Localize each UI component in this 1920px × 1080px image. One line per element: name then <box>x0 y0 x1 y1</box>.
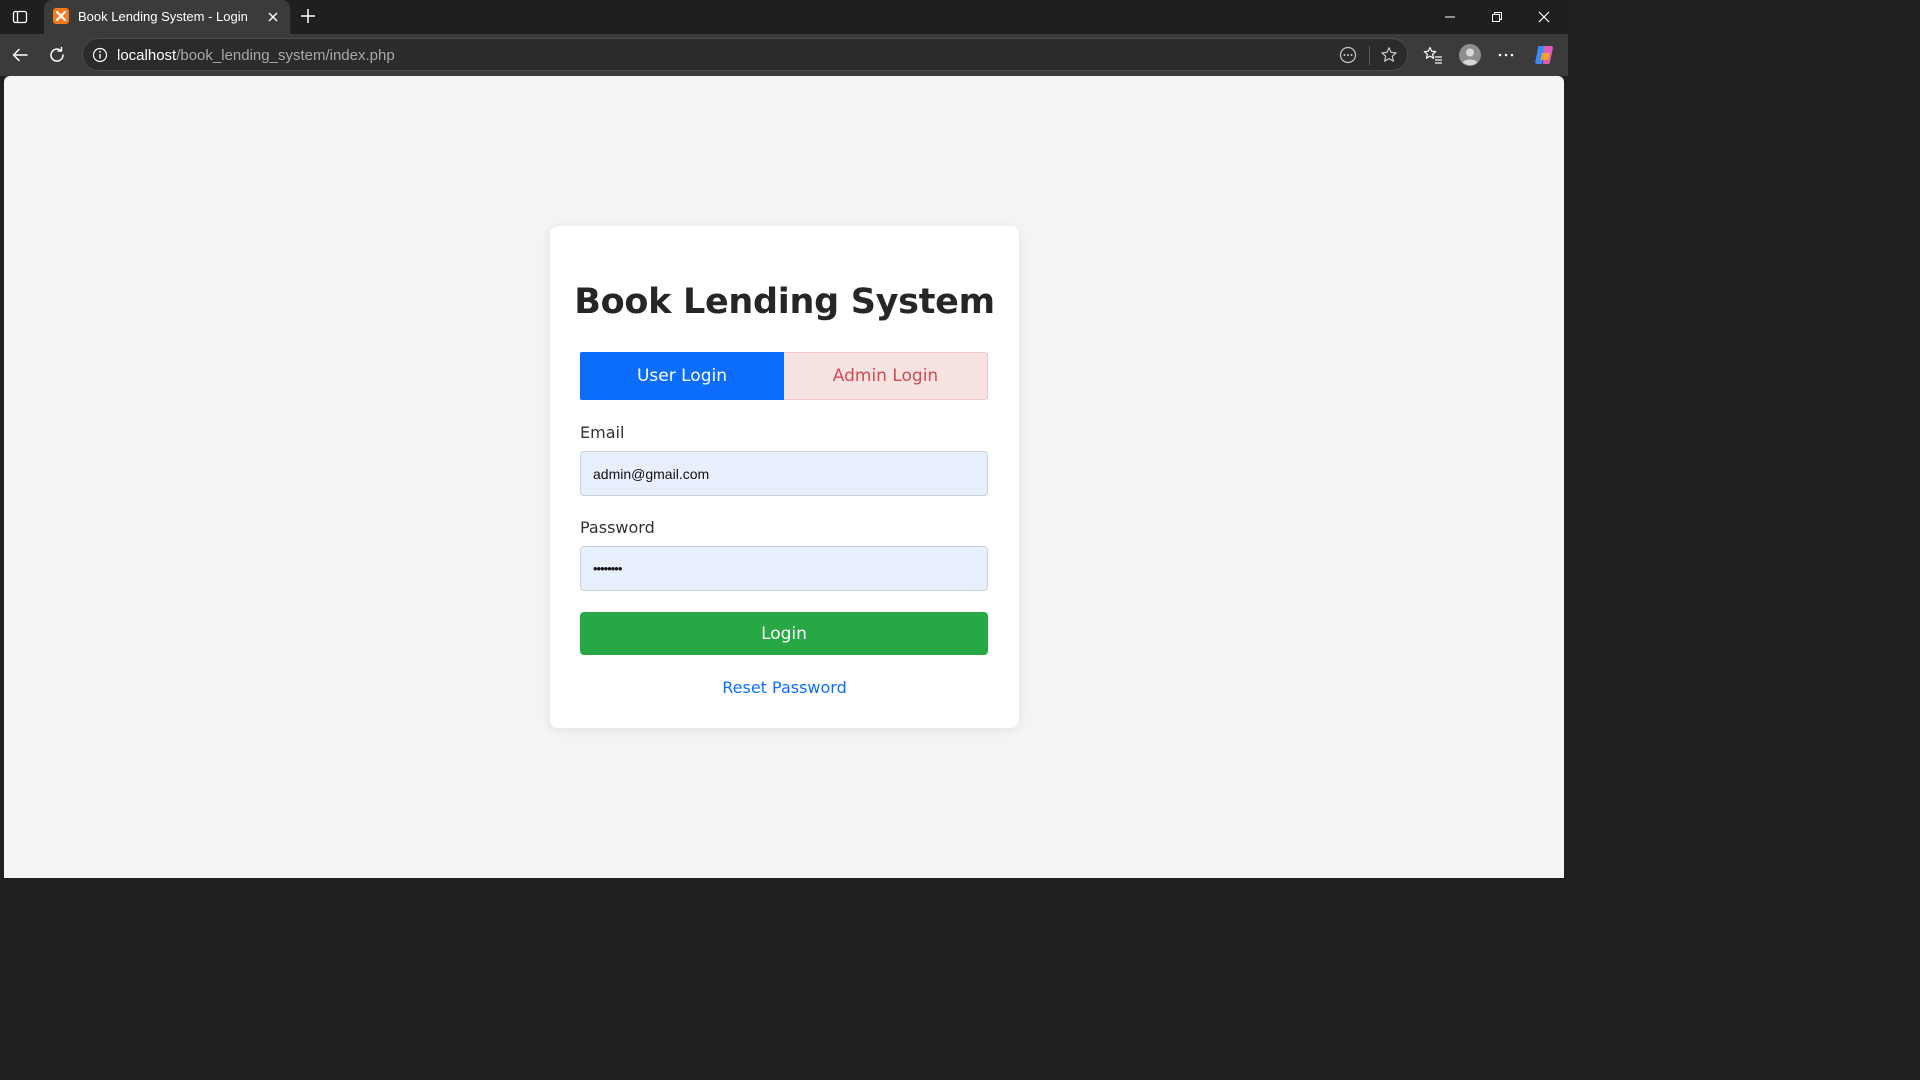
more-horizontal-icon <box>1498 53 1514 57</box>
window-bottom-border <box>0 878 1568 882</box>
url-host: localhost <box>117 47 177 64</box>
browser-toolbar: localhost/book_lending_system/index.php <box>0 34 1568 76</box>
favorite-button[interactable] <box>1378 44 1400 66</box>
tab-actions-icon <box>12 10 28 24</box>
page-title: Book Lending System <box>574 282 995 322</box>
reset-password-link[interactable]: Reset Password <box>550 678 1019 697</box>
refresh-icon <box>50 46 64 62</box>
tab-admin-login[interactable]: Admin Login <box>784 352 988 400</box>
copilot-button[interactable] <box>1531 41 1559 69</box>
favorites-button[interactable] <box>1419 41 1447 69</box>
star-icon <box>1381 47 1397 62</box>
profile-button[interactable] <box>1456 41 1484 69</box>
tab-user-login[interactable]: User Login <box>580 352 784 400</box>
address-bar-divider <box>1369 46 1370 65</box>
site-info-button[interactable] <box>91 46 109 64</box>
info-icon <box>92 47 108 63</box>
password-field[interactable]: •••••••• <box>580 546 988 591</box>
reader-view-button[interactable] <box>1337 44 1359 66</box>
tab-close-button[interactable] <box>264 8 282 26</box>
favorites-list-icon <box>1423 46 1442 64</box>
back-button[interactable] <box>6 41 34 69</box>
tab-actions-button[interactable] <box>8 5 32 29</box>
plus-icon <box>301 9 315 23</box>
close-icon <box>1538 11 1550 23</box>
login-card: Book Lending System User Login Admin Log… <box>550 226 1019 728</box>
close-window-button[interactable] <box>1529 4 1559 30</box>
browser-titlebar: Book Lending System - Login <box>0 0 1568 34</box>
url-path: /book_lending_system/index.php <box>176 47 395 64</box>
url-text[interactable]: localhost/book_lending_system/index.php <box>117 47 395 64</box>
address-bar[interactable]: localhost/book_lending_system/index.php <box>82 38 1408 71</box>
copilot-icon <box>1535 46 1553 64</box>
arrow-left-icon <box>12 48 28 62</box>
new-tab-button[interactable] <box>296 4 320 28</box>
minimize-button[interactable] <box>1435 4 1465 30</box>
password-label: Password <box>580 518 655 537</box>
login-type-tabs: User Login Admin Login <box>580 352 988 400</box>
avatar-icon <box>1459 44 1481 66</box>
restore-button[interactable] <box>1482 4 1512 30</box>
login-button[interactable]: Login <box>580 612 988 655</box>
email-field[interactable]: admin@gmail.com <box>580 451 988 496</box>
browser-tab-active[interactable]: Book Lending System - Login <box>44 0 290 34</box>
menu-button[interactable] <box>1492 41 1520 69</box>
tab-title: Book Lending System - Login <box>78 9 248 24</box>
more-circle-icon <box>1339 46 1357 64</box>
minimize-icon <box>1445 16 1455 18</box>
close-icon <box>268 12 278 22</box>
email-label: Email <box>580 423 625 442</box>
restore-icon <box>1492 12 1502 22</box>
refresh-button[interactable] <box>43 41 71 69</box>
page-viewport: Book Lending System User Login Admin Log… <box>4 76 1564 878</box>
xampp-favicon-icon <box>53 8 69 24</box>
